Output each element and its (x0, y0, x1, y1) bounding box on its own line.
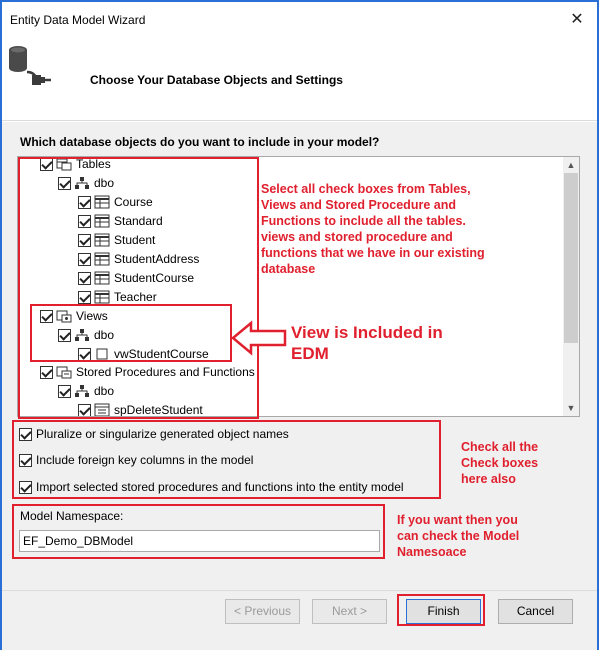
annotation-line: can check the Model (397, 529, 520, 543)
annotation-line: functions that we have in our existing (261, 246, 485, 260)
annotation-arrow-icon (231, 320, 287, 356)
database-connection-icon (9, 46, 51, 85)
options-annotation: Check all the Check boxes here also (461, 439, 538, 487)
tables-highlight-box (18, 157, 259, 419)
annotation-line: Check boxes (461, 456, 539, 470)
options-highlight-box (12, 420, 441, 499)
footer-divider (2, 590, 597, 591)
page-title: Choose Your Database Objects and Setting… (90, 73, 343, 87)
wizard-header: Choose Your Database Objects and Setting… (2, 38, 597, 121)
annotation-line: Namesoace (397, 545, 467, 559)
annotation-line: EDM (291, 344, 329, 363)
annotation-line: Functions to include all the tables. (261, 214, 466, 228)
previous-button[interactable]: < Previous (225, 599, 300, 624)
annotation-line: Check all the (461, 440, 539, 454)
annotation-line: here also (461, 472, 516, 486)
annotation-line: Views and Stored Procedure and (261, 198, 456, 212)
cancel-button[interactable]: Cancel (498, 599, 573, 624)
annotation-line: views and stored procedure and (261, 230, 453, 244)
close-icon[interactable]: ✕ (565, 8, 589, 32)
scrollbar-thumb[interactable] (564, 173, 578, 343)
scroll-up-icon[interactable]: ▲ (563, 157, 579, 173)
objects-question: Which database objects do you want to in… (20, 135, 380, 149)
namespace-annotation: If you want then you can check the Model… (397, 512, 519, 560)
annotation-line: If you want then you (397, 513, 518, 527)
title-bar: Entity Data Model Wizard ✕ (2, 2, 597, 38)
views-highlight-box (30, 304, 232, 362)
next-button[interactable]: Next > (312, 599, 387, 624)
annotation-line: View is Included in (291, 323, 443, 342)
annotation-line: Select all check boxes from Tables, (261, 182, 471, 196)
window-title: Entity Data Model Wizard (10, 13, 146, 27)
tables-annotation: Select all check boxes from Tables, View… (261, 181, 485, 277)
namespace-highlight-box (12, 504, 385, 559)
views-annotation: View is Included in EDM (291, 322, 443, 364)
finish-highlight-box (397, 594, 485, 626)
tree-scrollbar[interactable]: ▲ ▼ (563, 157, 579, 416)
annotation-line: database (261, 262, 316, 276)
scroll-down-icon[interactable]: ▼ (563, 400, 579, 416)
